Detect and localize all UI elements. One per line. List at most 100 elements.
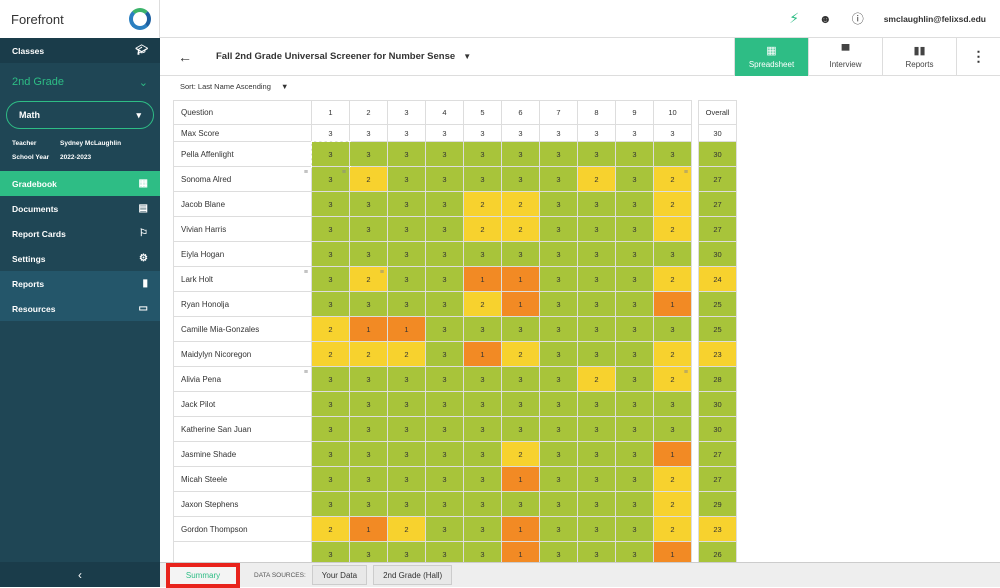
score-cell[interactable]: 3 [577,341,616,367]
score-cell[interactable]: 2 [311,516,350,542]
grade-selector[interactable]: 2nd Grade ⌄ [0,63,160,101]
score-cell[interactable]: 2 [577,166,616,192]
score-cell[interactable]: 3 [425,166,464,192]
score-cell[interactable]: 2 [349,166,388,192]
collapse-sidebar-button[interactable]: ‹ [0,562,160,587]
score-cell[interactable]: 3 [539,441,578,467]
note-icon[interactable]: ≡ [304,169,308,176]
score-cell[interactable]: 3 [310,140,351,168]
score-cell[interactable]: 2 [387,516,426,542]
score-cell[interactable]: 3 [387,416,426,442]
score-cell[interactable]: 3 [349,366,388,392]
score-cell[interactable]: 3 [425,216,464,242]
score-cell[interactable]: 2 [653,341,692,367]
score-cell[interactable]: 2 [577,366,616,392]
score-cell[interactable]: 3 [501,166,540,192]
score-cell[interactable]: 3 [615,166,654,192]
student-name[interactable]: Maidylyn Nicoregon [173,341,312,367]
score-cell[interactable]: 3 [387,466,426,492]
score-cell[interactable]: 2 [653,516,692,542]
data-source-2nd-grade-hall[interactable]: 2nd Grade (Hall) [373,565,453,585]
score-cell[interactable]: 3 [387,391,426,417]
score-cell[interactable]: 3 [615,216,654,242]
score-cell[interactable]: 3 [539,291,578,317]
score-cell[interactable]: 3 [539,391,578,417]
score-cell[interactable]: 3 [539,191,578,217]
note-icon[interactable]: ≡ [304,369,308,376]
user-email[interactable]: smclaughlin@felixsd.edu [884,14,986,24]
back-arrow-icon[interactable]: ← [178,49,192,65]
score-cell[interactable]: 1 [463,341,502,367]
score-cell[interactable]: 3 [539,416,578,442]
sidebar-item-resources[interactable]: Resources ▭ [0,296,160,321]
note-icon[interactable]: ≡ [380,269,384,276]
score-cell[interactable]: 3 [425,416,464,442]
note-icon[interactable]: ≡ [342,169,346,176]
tab-spreadsheet[interactable]: ▦ Spreadsheet [734,37,808,76]
score-cell[interactable]: 3 [539,166,578,192]
score-cell[interactable]: 3 [349,491,388,517]
student-name[interactable]: Lark Holt ≡ [173,266,312,292]
student-name[interactable]: Pella Affenlight [173,141,312,167]
sidebar-item-gradebook[interactable]: Gradebook ▦ [0,171,160,196]
score-cell[interactable]: 1 [501,266,540,292]
score-cell[interactable]: 3 [425,291,464,317]
score-cell[interactable]: 1 [501,291,540,317]
note-icon[interactable]: ≡ [684,169,688,176]
note-icon[interactable]: ≡ [684,369,688,376]
score-cell[interactable]: 3 [387,191,426,217]
score-cell[interactable]: 3 [577,191,616,217]
tab-interview[interactable]: ▀ Interview [808,37,882,76]
score-cell[interactable]: 1 [349,316,388,342]
score-cell[interactable]: 3 [577,491,616,517]
score-cell[interactable]: 3 [615,516,654,542]
score-cell[interactable]: 2 [653,266,692,292]
score-cell[interactable]: 3 [425,366,464,392]
score-cell[interactable]: 3 [425,516,464,542]
score-cell[interactable]: 3 [615,241,654,267]
score-cell[interactable]: 3 [615,491,654,517]
score-cell[interactable]: 2 [463,291,502,317]
score-cell[interactable]: 3 [539,316,578,342]
score-cell[interactable]: 3 [463,441,502,467]
score-cell[interactable]: 3 [311,216,350,242]
score-cell[interactable]: 2 [349,341,388,367]
score-cell[interactable]: 3 [349,441,388,467]
score-cell[interactable]: 3 [501,141,540,167]
score-cell[interactable]: 3 [615,266,654,292]
score-cell[interactable]: 3 [539,516,578,542]
avatar-icon[interactable]: ☻ [819,12,832,26]
student-name[interactable]: Jacob Blane [173,191,312,217]
score-cell[interactable]: 3 [311,266,350,292]
score-cell[interactable]: 1 [501,516,540,542]
summary-tab[interactable]: Summary [166,562,240,588]
score-cell[interactable]: 3 [653,241,692,267]
score-cell[interactable]: 3 ≡ [311,166,350,192]
score-cell[interactable]: 3 [311,241,350,267]
score-cell[interactable]: 3 [615,391,654,417]
score-cell[interactable]: 3 [577,391,616,417]
sidebar-item-report-cards[interactable]: Report Cards ⚐ [0,221,160,246]
score-cell[interactable]: 2 [501,191,540,217]
score-cell[interactable]: 3 [577,441,616,467]
score-cell[interactable]: 3 [463,166,502,192]
score-cell[interactable]: 3 [387,266,426,292]
score-cell[interactable]: 3 [311,441,350,467]
score-cell[interactable]: 2 [311,316,350,342]
score-cell[interactable]: 3 [311,191,350,217]
score-cell[interactable]: 3 [311,391,350,417]
score-cell[interactable]: 3 [615,191,654,217]
score-cell[interactable]: 3 [425,191,464,217]
score-cell[interactable]: 3 [539,491,578,517]
score-cell[interactable]: 2 [653,466,692,492]
score-cell[interactable]: 3 [387,241,426,267]
score-cell[interactable]: 3 [463,241,502,267]
score-cell[interactable]: 3 [387,216,426,242]
score-cell[interactable]: 3 [501,416,540,442]
score-cell[interactable]: 3 [653,391,692,417]
score-cell[interactable]: 3 [311,416,350,442]
score-cell[interactable]: 3 [387,166,426,192]
score-cell[interactable]: 3 [615,341,654,367]
score-cell[interactable]: 2 [501,216,540,242]
score-cell[interactable]: 3 [311,291,350,317]
